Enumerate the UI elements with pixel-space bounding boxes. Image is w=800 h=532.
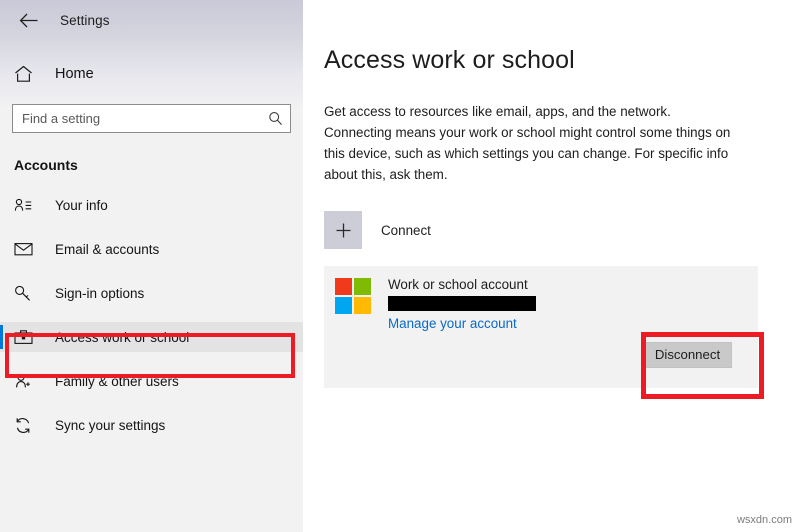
sidebar-item-sync-your-settings[interactable]: Sync your settings bbox=[0, 410, 303, 440]
watermark-text: wsxdn.com bbox=[737, 514, 792, 526]
sidebar-item-home[interactable]: Home bbox=[0, 57, 303, 91]
sidebar-item-your-info-label: Your info bbox=[55, 198, 108, 213]
sidebar-item-access-work-or-school[interactable]: Access work or school bbox=[0, 322, 303, 352]
sidebar-item-signin-options[interactable]: Sign-in options bbox=[0, 278, 303, 308]
sidebar-section-header: Accounts bbox=[14, 157, 303, 173]
envelope-icon bbox=[14, 238, 40, 260]
key-icon bbox=[14, 282, 40, 304]
search-input[interactable] bbox=[22, 105, 268, 132]
sidebar-item-home-label: Home bbox=[55, 66, 94, 82]
search-box[interactable] bbox=[12, 104, 291, 133]
sidebar-item-signin-options-label: Sign-in options bbox=[55, 286, 144, 301]
title-bar: Settings bbox=[0, 0, 303, 40]
account-title: Work or school account bbox=[388, 276, 536, 294]
sync-icon bbox=[14, 414, 40, 436]
microsoft-logo-green-quadrant bbox=[354, 278, 371, 295]
home-icon bbox=[14, 63, 40, 85]
briefcase-icon bbox=[14, 326, 40, 348]
selection-accent-bar bbox=[0, 325, 3, 349]
sidebar-item-access-work-or-school-label: Access work or school bbox=[55, 330, 189, 345]
manage-your-account-link[interactable]: Manage your account bbox=[388, 315, 517, 333]
sidebar-item-email-accounts-label: Email & accounts bbox=[55, 242, 159, 257]
sidebar: Settings Home bbox=[0, 0, 303, 532]
sidebar-item-sync-your-settings-label: Sync your settings bbox=[55, 418, 165, 433]
sidebar-item-email-accounts[interactable]: Email & accounts bbox=[0, 234, 303, 264]
microsoft-logo-red-quadrant bbox=[335, 278, 352, 295]
user-add-icon bbox=[14, 370, 40, 392]
sidebar-item-family-other-users-label: Family & other users bbox=[55, 374, 179, 389]
page-description: Get access to resources like email, apps… bbox=[324, 101, 740, 185]
microsoft-logo-blue-quadrant bbox=[335, 297, 352, 314]
main-content: Access work or school Get access to reso… bbox=[303, 0, 800, 532]
microsoft-logo-icon bbox=[335, 278, 371, 314]
sidebar-item-family-other-users[interactable]: Family & other users bbox=[0, 366, 303, 396]
account-email-redaction bbox=[388, 296, 536, 311]
page-title: Access work or school bbox=[324, 46, 800, 75]
window-title: Settings bbox=[60, 13, 110, 28]
user-info-icon bbox=[14, 194, 40, 216]
microsoft-logo-yellow-quadrant bbox=[354, 297, 371, 314]
connect-label: Connect bbox=[381, 223, 431, 238]
search-icon[interactable] bbox=[268, 111, 283, 126]
sidebar-nav-list: Your info Email & accounts bbox=[0, 190, 303, 440]
plus-icon bbox=[324, 211, 362, 249]
connect-button[interactable]: Connect bbox=[324, 211, 800, 249]
disconnect-button[interactable]: Disconnect bbox=[643, 342, 732, 368]
settings-window: Settings Home bbox=[0, 0, 800, 532]
back-arrow-icon[interactable] bbox=[12, 5, 44, 35]
sidebar-item-your-info[interactable]: Your info bbox=[0, 190, 303, 220]
account-card[interactable]: Work or school account Manage your accou… bbox=[324, 266, 758, 388]
